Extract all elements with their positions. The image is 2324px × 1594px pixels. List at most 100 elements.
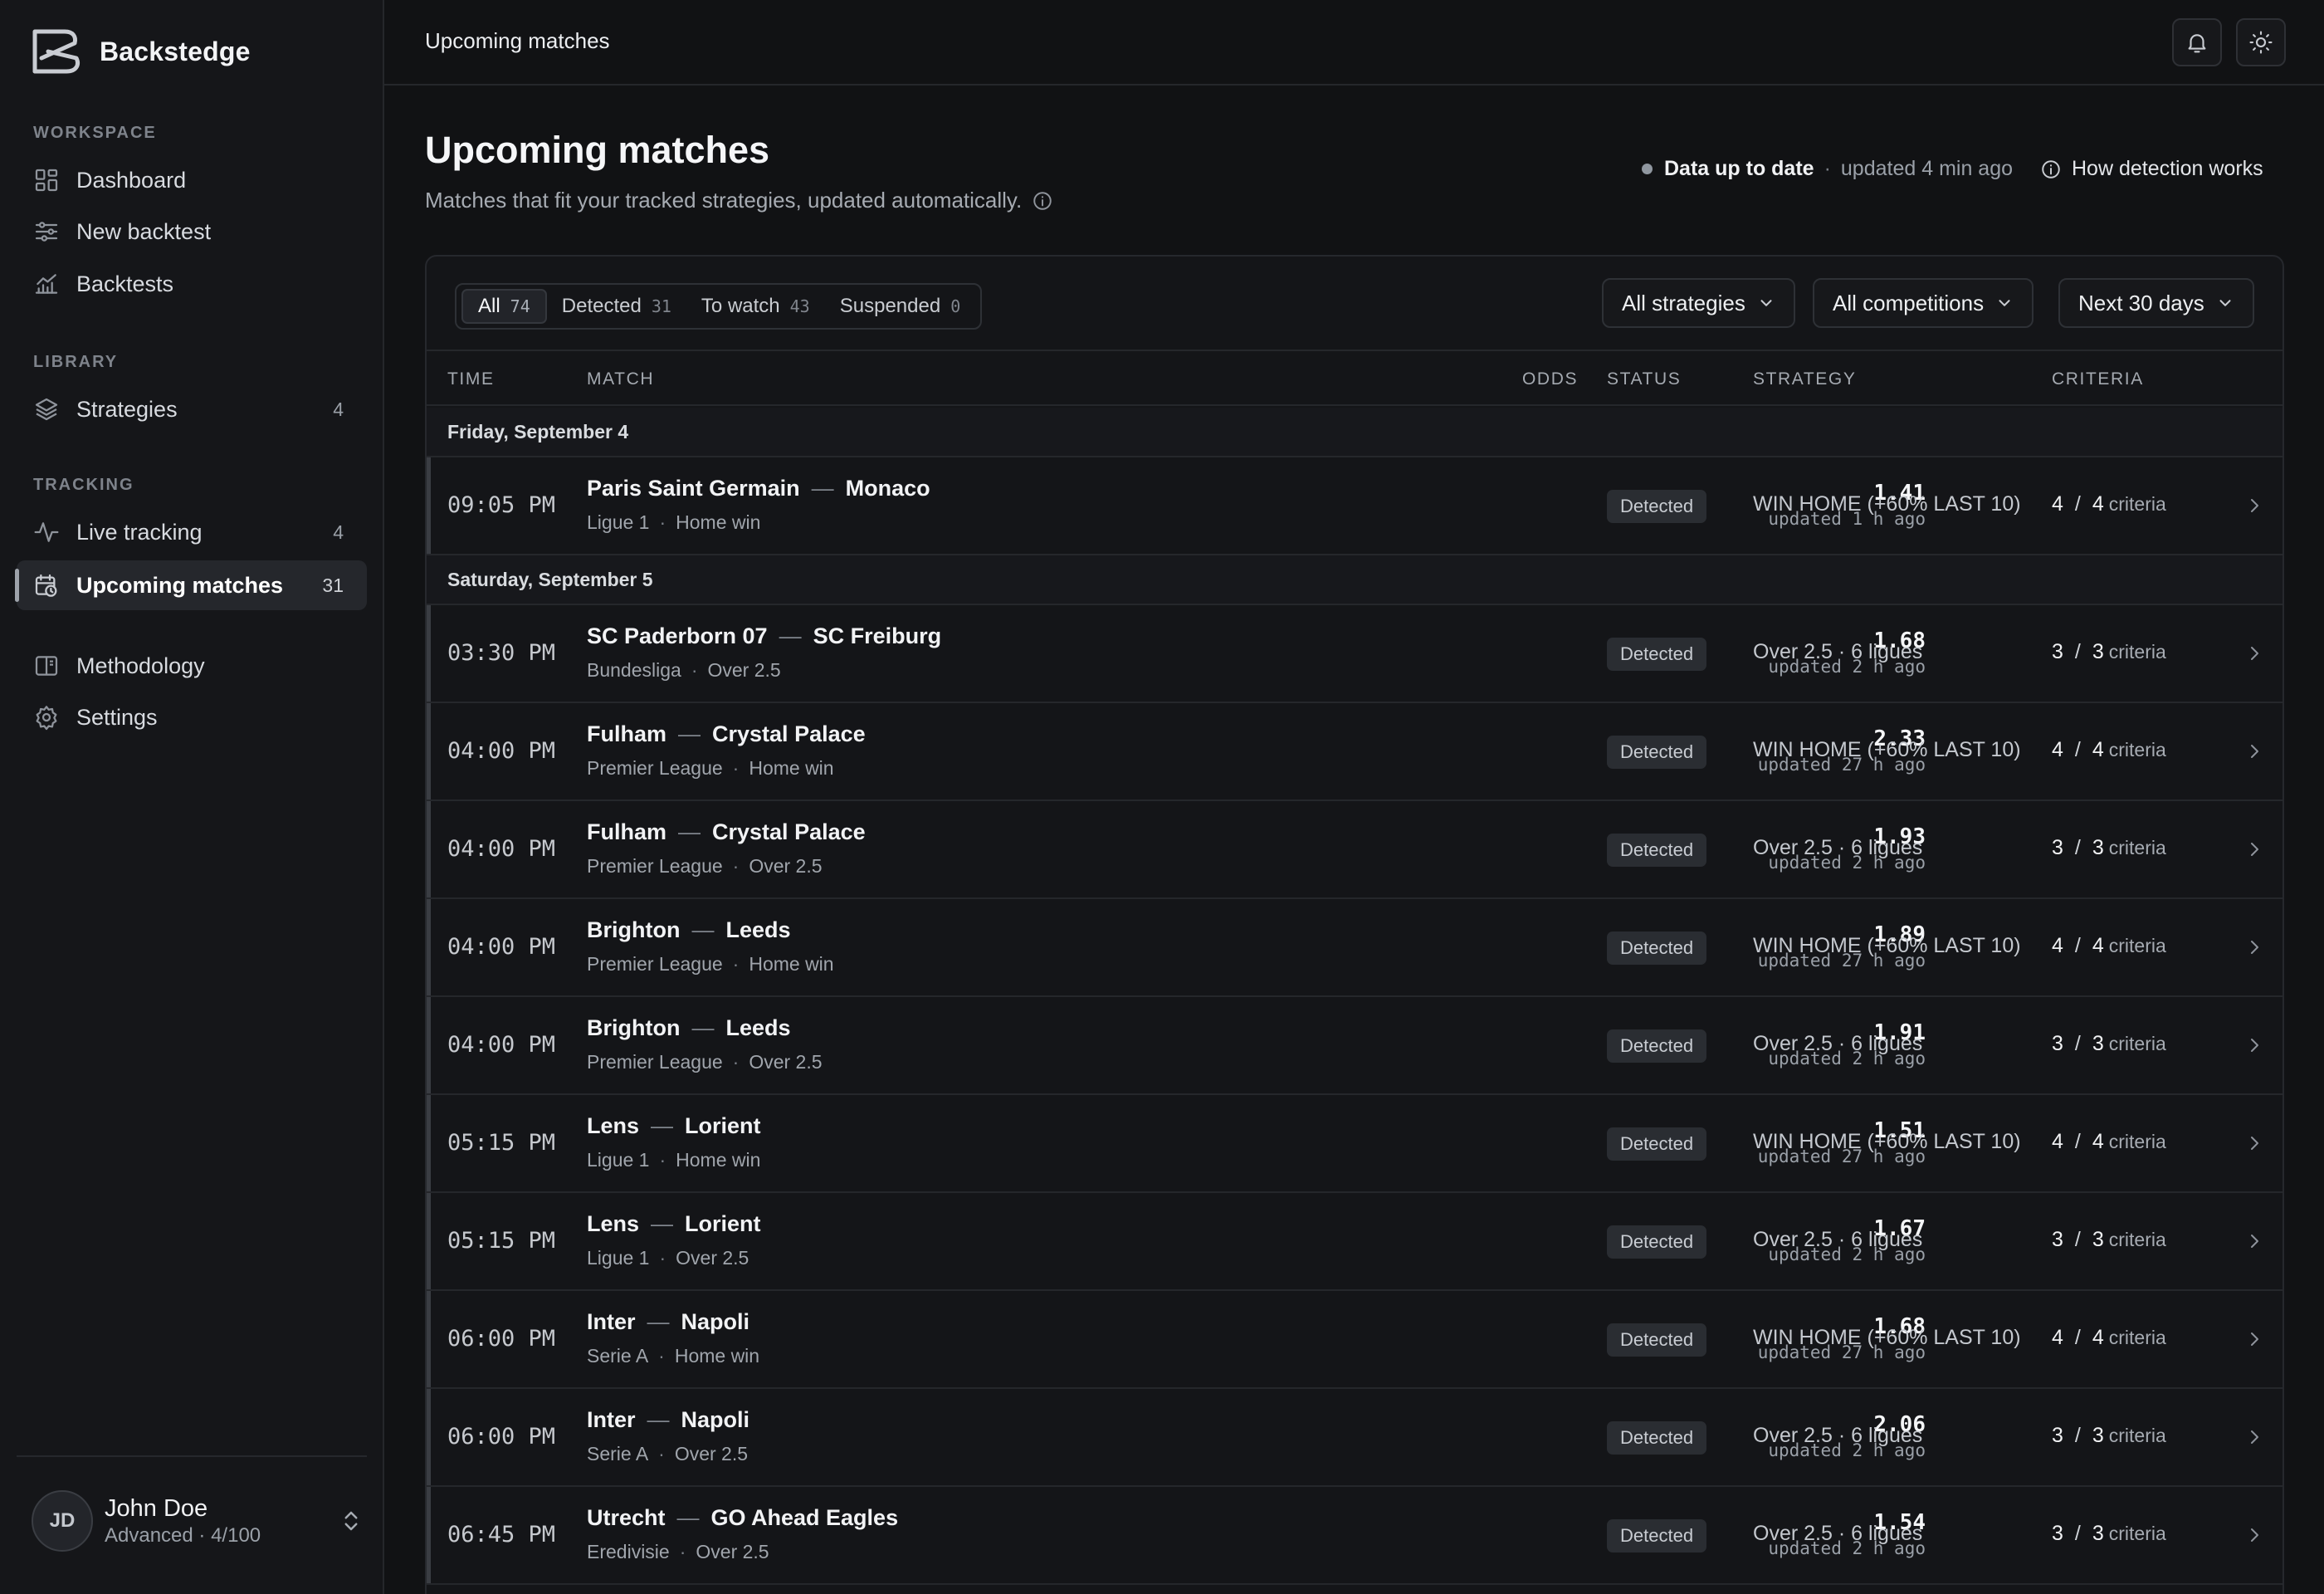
status-separator: ·	[1824, 157, 1831, 180]
criteria-total: 3	[2092, 1522, 2104, 1545]
sliders-icon	[35, 222, 58, 242]
match-time: 05:15 PM	[447, 1130, 556, 1156]
strategy-name: Over 2.5 · 6 ligues	[1753, 1228, 1923, 1251]
criteria-count: 4/4 criteria	[2052, 492, 2166, 516]
table-row[interactable]: 04:00 PM Brighton — Leeds Premier League · O…	[427, 997, 2282, 1095]
tab-count: 74	[510, 296, 530, 316]
away-team: SC Freiburg	[813, 623, 942, 648]
match-time: 06:00 PM	[447, 1326, 556, 1352]
criteria-total: 4	[2092, 738, 2104, 761]
criteria-met: 3	[2052, 1228, 2063, 1251]
match-meta: Ligue 1 · Home win	[587, 511, 930, 534]
competition: Eredivisie	[587, 1541, 670, 1562]
criteria-word: criteria	[2108, 1327, 2166, 1348]
tab-all[interactable]: All 74	[461, 289, 547, 324]
criteria-count: 3/3 criteria	[2052, 1522, 2166, 1546]
match-cell: Inter — Napoli Serie A · Over 2.5	[587, 1407, 749, 1465]
criteria-word: criteria	[2108, 493, 2166, 515]
strategy-name: Over 2.5 · 6 ligues	[1753, 1522, 1923, 1545]
table-row[interactable]: 05:15 PM Lens — Lorient Ligue 1 · Over 2.5 1…	[427, 1193, 2282, 1291]
chevron-right-icon	[2251, 843, 2258, 856]
table-row[interactable]: 05:15 PM Lens — Lorient Ligue 1 · Home win 1…	[427, 1095, 2282, 1193]
criteria-total: 4	[2092, 1326, 2104, 1349]
criteria-word: criteria	[2108, 1523, 2166, 1544]
table-row[interactable]: 06:00 PM Inter — Napoli Serie A · Home win 1…	[427, 1291, 2282, 1389]
chevron-right-icon	[2251, 1137, 2258, 1150]
tab-detected[interactable]: Detected 31	[547, 289, 686, 324]
match-time: 04:00 PM	[447, 836, 556, 862]
away-team: Lorient	[685, 1211, 761, 1236]
meta-separator: ·	[658, 1443, 665, 1464]
criteria-separator: /	[2074, 1130, 2081, 1153]
meta-separator: ·	[732, 953, 740, 975]
match-teams: Brighton — Leeds	[587, 917, 834, 943]
team-separator: —	[691, 917, 715, 942]
criteria-met: 3	[2052, 1032, 2063, 1055]
table-row[interactable]: 04:00 PM Brighton — Leeds Premier League · H…	[427, 899, 2282, 997]
home-team: Fulham	[587, 819, 667, 844]
book-icon	[35, 656, 58, 676]
user-menu[interactable]: JD John Doe Advanced · 4/100	[32, 1490, 364, 1552]
sidebar-item-upcoming-matches[interactable]: Upcoming matches 31	[15, 560, 367, 610]
criteria-count: 3/3 criteria	[2052, 640, 2166, 664]
column-header-criteria[interactable]: Criteria	[2052, 369, 2144, 389]
column-header-strategy[interactable]: Strategy	[1753, 369, 1856, 389]
brand-name: Backstedge	[100, 36, 251, 66]
table-row[interactable]: 04:00 PM Fulham — Crystal Palace Premier L…	[427, 801, 2282, 899]
chevron-down-icon	[1999, 300, 2010, 306]
gear-icon	[36, 706, 57, 731]
status-badge: Detected	[1607, 1127, 1707, 1161]
user-name: John Doe	[105, 1494, 208, 1522]
sidebar-item-label: Upcoming matches	[76, 572, 284, 598]
notifications-button[interactable]	[2172, 18, 2222, 66]
period-select[interactable]: Next 30 days	[2058, 278, 2254, 328]
period-select-value: Next 30 days	[2078, 290, 2204, 315]
sidebar-item-label: Dashboard	[76, 167, 187, 193]
column-header-match[interactable]: Match	[587, 369, 654, 389]
tab-suspended[interactable]: Suspended 0	[825, 289, 976, 324]
how-detection-link[interactable]: How detection works	[2040, 157, 2263, 181]
topbar-title: Upcoming matches	[425, 28, 610, 53]
sidebar-item-backtests[interactable]: Backtests	[17, 259, 367, 309]
match-cell: Brighton — Leeds Premier League · Home win	[587, 917, 834, 975]
away-team: Napoli	[681, 1309, 750, 1334]
tab-to-watch[interactable]: To watch 43	[686, 289, 825, 324]
competition-select[interactable]: All competitions	[1813, 278, 2034, 328]
match-teams: Fulham — Crystal Palace	[587, 721, 866, 747]
column-header-status[interactable]: Status	[1607, 369, 1681, 389]
status-badge: Detected	[1607, 1323, 1707, 1357]
table-row[interactable]: 03:30 PM SC Paderborn 07 — SC Freiburg Bun…	[427, 605, 2282, 703]
status-badge: Detected	[1607, 638, 1707, 671]
sidebar-item-settings[interactable]: Settings	[17, 692, 367, 742]
sidebar-item-live-tracking[interactable]: Live tracking 4	[17, 507, 367, 557]
table-row[interactable]: 06:00 PM Inter — Napoli Serie A · Over 2.5 2…	[427, 1389, 2282, 1487]
info-icon[interactable]	[1032, 190, 1053, 212]
sidebar-item-strategies[interactable]: Strategies 4	[17, 384, 367, 434]
section-label-workspace: Workspace	[33, 124, 157, 142]
chevron-down-icon	[2219, 300, 2231, 306]
theme-toggle-button[interactable]	[2236, 18, 2286, 66]
competition: Bundesliga	[587, 659, 681, 681]
table-header: Time Match Odds Status Strategy Criteria	[427, 350, 2282, 406]
chart-icon	[35, 274, 58, 294]
match-meta: Ligue 1 · Home win	[587, 1149, 761, 1171]
brand[interactable]: Backstedge	[30, 27, 251, 76]
status-badge: Detected	[1607, 1519, 1707, 1552]
market: Home win	[749, 953, 834, 975]
team-separator: —	[691, 1015, 715, 1040]
table-row[interactable]: 04:00 PM Fulham — Crystal Palace Premier L…	[427, 703, 2282, 801]
column-header-time[interactable]: Time	[447, 369, 495, 389]
column-header-odds[interactable]: Odds	[1522, 369, 1578, 389]
strategy-select[interactable]: All strategies	[1602, 278, 1795, 328]
match-meta: Premier League · Over 2.5	[587, 855, 866, 878]
match-meta: Bundesliga · Over 2.5	[587, 659, 941, 682]
table-row[interactable]: 09:05 PM Paris Saint Germain — Monaco Ligu…	[427, 457, 2282, 555]
sidebar-item-new-backtest[interactable]: New backtest	[17, 207, 367, 257]
sidebar-item-dashboard[interactable]: Dashboard	[17, 155, 367, 205]
criteria-count: 4/4 criteria	[2052, 1326, 2166, 1350]
sidebar-item-methodology[interactable]: Methodology	[17, 641, 367, 691]
competition: Ligue 1	[587, 511, 650, 533]
away-team: GO Ahead Eagles	[710, 1505, 899, 1530]
match-time: 04:00 PM	[447, 738, 556, 764]
table-row[interactable]: 06:45 PM Utrecht — GO Ahead Eagles Eredivi…	[427, 1487, 2282, 1585]
